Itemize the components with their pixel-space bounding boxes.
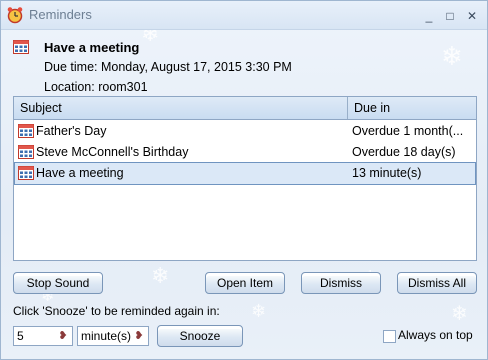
- reminder-list[interactable]: Subject Due in Father's Day Overdue 1 mo…: [13, 96, 477, 261]
- reminder-due-time: Due time: Monday, August 17, 2015 3:30 P…: [44, 60, 292, 74]
- alarm-clock-icon: [7, 7, 23, 24]
- window-title: Reminders: [29, 7, 92, 22]
- always-on-top-checkbox[interactable]: [383, 330, 396, 343]
- calendar-icon: [13, 40, 29, 54]
- calendar-icon: [18, 124, 34, 138]
- heart-dropdown-icon[interactable]: ❥: [132, 329, 146, 343]
- snowflake-decoration: ❄: [151, 263, 170, 288]
- snooze-amount-value: 5: [17, 329, 24, 343]
- close-button[interactable]: ✕: [464, 9, 480, 23]
- column-header-due-in[interactable]: Due in: [348, 97, 476, 119]
- list-item-subject: Father's Day: [36, 124, 107, 138]
- snooze-unit-value: minute(s): [81, 329, 132, 343]
- snowflake-decoration: ❄: [451, 303, 468, 325]
- list-item-due: 13 minute(s): [352, 166, 422, 180]
- snowflake-decoration: ❄: [251, 301, 267, 321]
- list-item-subject: Have a meeting: [36, 166, 124, 180]
- column-header-subject[interactable]: Subject: [14, 97, 348, 119]
- list-item[interactable]: Father's Day Overdue 1 month(...: [14, 121, 476, 142]
- list-item-due: Overdue 1 month(...: [352, 124, 464, 138]
- reminders-window: ❄ ❄ ❄ ❄ ❄ ❄ ❄ ❄ Reminders _ □ ✕ Have a m…: [0, 0, 488, 360]
- heart-dropdown-icon[interactable]: ❥: [56, 329, 70, 343]
- snooze-amount-select[interactable]: 5 ❥: [13, 326, 73, 346]
- snooze-unit-select[interactable]: minute(s) ❥: [77, 326, 149, 346]
- list-item-selected[interactable]: Have a meeting 13 minute(s): [14, 162, 476, 185]
- calendar-icon: [18, 166, 34, 180]
- list-item-subject: Steve McConnell's Birthday: [36, 145, 189, 159]
- dismiss-all-button[interactable]: Dismiss All: [397, 272, 477, 294]
- title-bar[interactable]: Reminders _ □ ✕: [1, 1, 487, 30]
- always-on-top-label: Always on top: [398, 328, 473, 342]
- maximize-button[interactable]: □: [442, 9, 458, 23]
- list-item-due: Overdue 18 day(s): [352, 145, 456, 159]
- stop-sound-button[interactable]: Stop Sound: [13, 272, 103, 294]
- dismiss-button[interactable]: Dismiss: [301, 272, 381, 294]
- open-item-button[interactable]: Open Item: [205, 272, 285, 294]
- list-item[interactable]: Steve McConnell's Birthday Overdue 18 da…: [14, 142, 476, 163]
- list-header: Subject Due in: [14, 97, 476, 120]
- snooze-button[interactable]: Snooze: [157, 325, 243, 347]
- snowflake-decoration: ❄: [441, 41, 463, 71]
- calendar-icon: [18, 145, 34, 159]
- reminder-location: Location: room301: [44, 80, 148, 94]
- minimize-button[interactable]: _: [421, 9, 437, 23]
- reminder-title: Have a meeting: [44, 40, 140, 55]
- snooze-label: Click 'Snooze' to be reminded again in:: [13, 304, 220, 318]
